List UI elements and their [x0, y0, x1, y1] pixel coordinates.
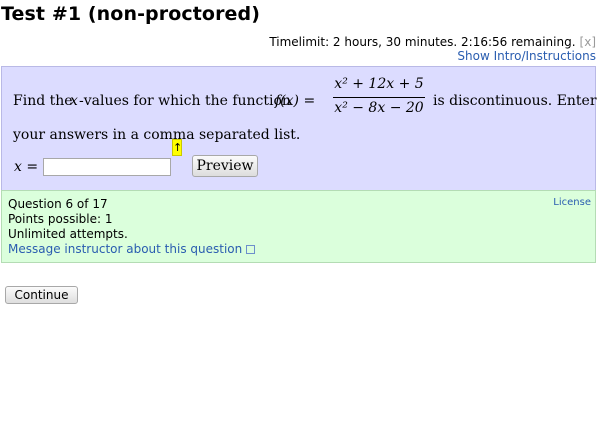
question-info-panel: Question 6 of 17 Points possible: 1 Unli… [1, 190, 596, 263]
timelimit-status: Timelimit: 2 hours, 30 minutes. 2:16:56 … [269, 35, 596, 49]
page-title: Test #1 (non-proctored) [1, 3, 261, 25]
question-panel: Find the x -values for which the functio… [1, 66, 597, 191]
question-text-before: Find the [13, 93, 73, 109]
license-link[interactable]: License [553, 197, 591, 208]
preview-button[interactable]: Preview [192, 155, 258, 177]
timelimit-text: Timelimit: 2 hours, 30 minutes. 2:16:56 … [269, 35, 576, 49]
answer-input[interactable] [43, 158, 171, 176]
continue-button[interactable]: Continue [5, 286, 78, 304]
attempts-info: Unlimited attempts. [8, 227, 128, 241]
points-possible: Points possible: 1 [8, 212, 113, 226]
question-number: Question 6 of 17 [8, 197, 108, 211]
question-text-mid: -values for which the function [79, 93, 291, 109]
question-line-1: Find the x -values for which the functio… [13, 76, 597, 121]
fraction-denominator: x² − 8x − 20 [334, 100, 424, 116]
answer-label: x = [14, 159, 39, 175]
external-link-icon[interactable] [246, 245, 256, 254]
message-instructor-row: Message instructor about this question [8, 242, 256, 256]
message-instructor-link[interactable]: Message instructor about this question [8, 242, 242, 256]
fraction-bar [333, 97, 425, 98]
question-text-after: is discontinuous. Enter [433, 93, 597, 109]
question-line-2: your answers in a comma separated list. [13, 127, 301, 143]
entry-tip-arrow-icon[interactable]: ↑ [172, 139, 182, 156]
question-var-x: x [70, 93, 78, 109]
function-label: f(x) = [275, 93, 316, 109]
close-timer-button[interactable]: [x] [580, 35, 596, 49]
show-intro-link[interactable]: Show Intro/Instructions [457, 49, 596, 63]
fraction-numerator: x² + 12x + 5 [334, 76, 424, 92]
